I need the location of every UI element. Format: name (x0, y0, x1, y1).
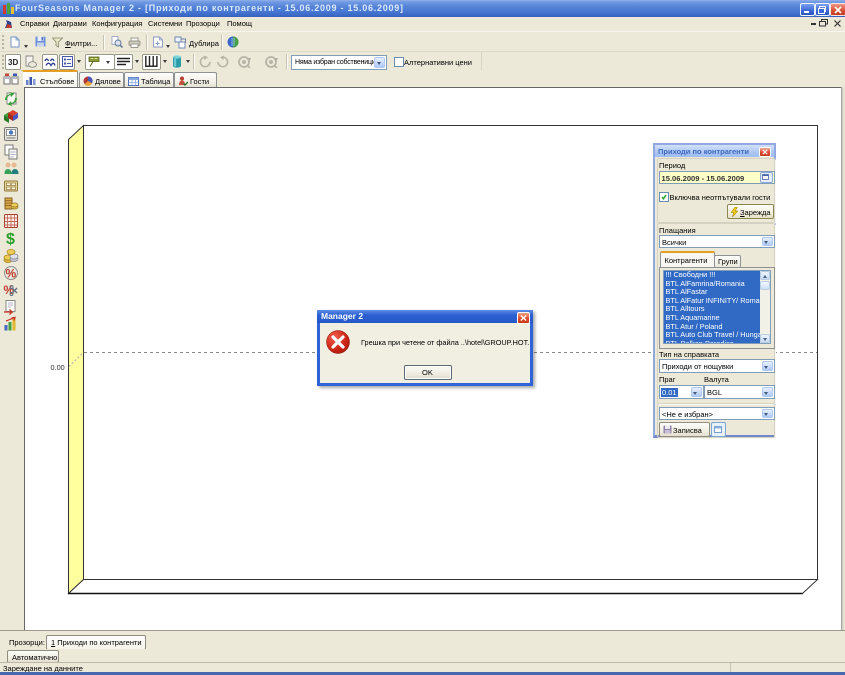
svg-text:0.00: 0.00 (51, 363, 65, 372)
svg-text:$: $ (6, 231, 15, 247)
svg-text:%: % (6, 267, 17, 281)
